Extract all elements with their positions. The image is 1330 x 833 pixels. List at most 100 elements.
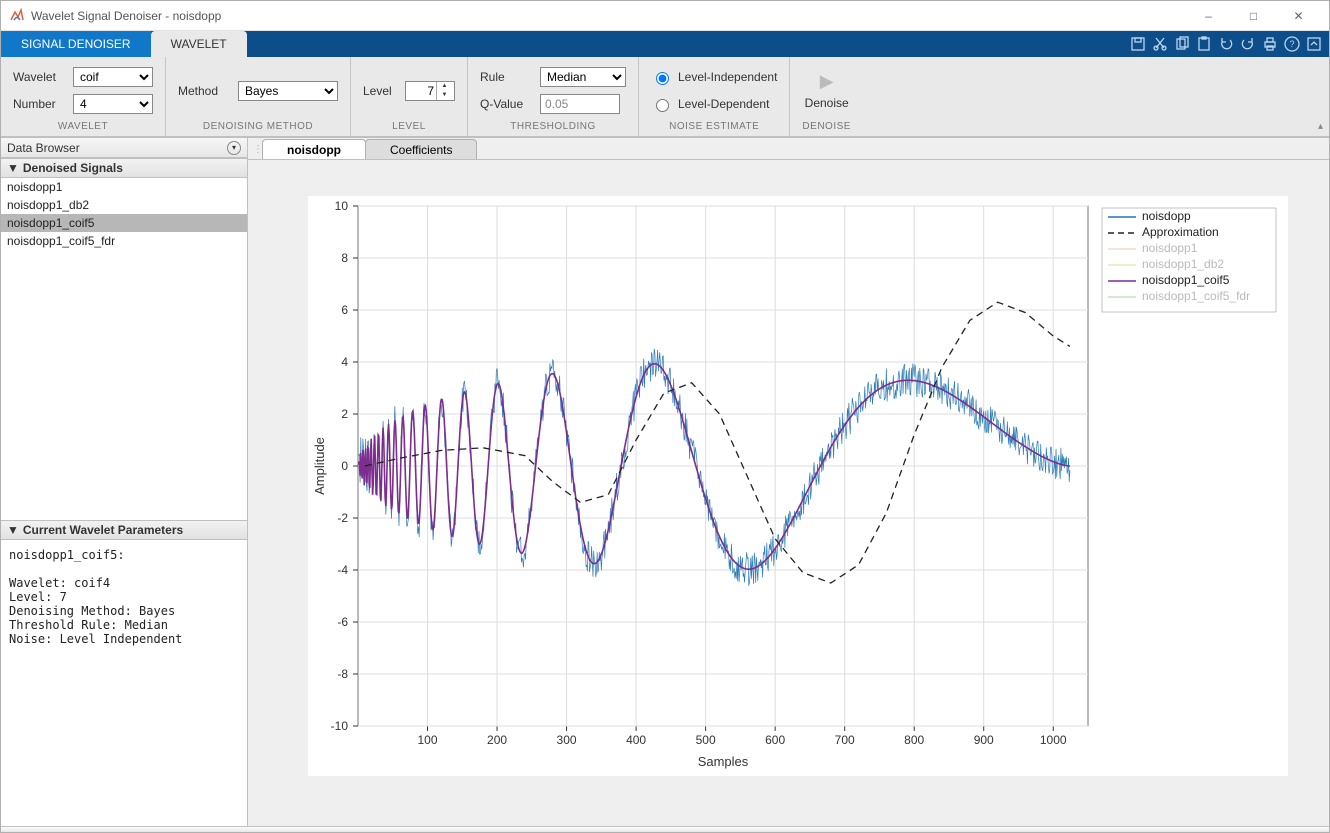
- method-select[interactable]: Bayes: [238, 81, 338, 101]
- radio-level-indep[interactable]: [656, 72, 669, 85]
- window-maximize-button[interactable]: □: [1231, 2, 1276, 30]
- qvalue-label: Q-Value: [480, 97, 532, 111]
- ribbon: Wavelet coif Number 4 WAVELET Method Bay…: [1, 57, 1329, 137]
- ribbon-collapse-icon[interactable]: ▴: [1318, 121, 1323, 132]
- doc-tab-coefficients[interactable]: Coefficients: [365, 139, 477, 159]
- wavelet-label: Wavelet: [13, 70, 65, 84]
- group-thresholding: Rule Median Q-Value THRESHOLDING: [468, 57, 639, 136]
- list-item[interactable]: noisdopp1_db2: [1, 196, 247, 214]
- svg-text:0: 0: [341, 459, 348, 473]
- data-browser-header: Data Browser ▾: [1, 138, 247, 158]
- svg-text:700: 700: [835, 733, 855, 747]
- svg-text:-2: -2: [337, 511, 348, 525]
- level-spinner[interactable]: ▲▼: [405, 81, 455, 101]
- chevron-down-icon: ▼: [7, 523, 19, 537]
- quick-access-bar: ?: [1129, 31, 1329, 57]
- qvalue-input: [540, 94, 620, 114]
- denoised-signals-list: noisdopp1 noisdopp1_db2 noisdopp1_coif5 …: [1, 178, 247, 250]
- title-bar: Wavelet Signal Denoiser - noisdopp – □ ✕: [1, 1, 1329, 31]
- label-level-dep: Level-Dependent: [678, 97, 769, 111]
- group-level: Level ▲▼ LEVEL: [351, 57, 468, 136]
- doc-tab-noisdopp[interactable]: noisdopp: [262, 139, 366, 159]
- data-browser-panel: Data Browser ▾ ▼ Denoised Signals noisdo…: [1, 138, 248, 826]
- svg-text:?: ?: [1289, 39, 1294, 49]
- group-wavelet: Wavelet coif Number 4 WAVELET: [1, 57, 166, 136]
- svg-text:6: 6: [341, 303, 348, 317]
- params-header[interactable]: ▼ Current Wavelet Parameters: [1, 520, 247, 540]
- denoise-button-label: Denoise: [805, 96, 849, 110]
- tab-wavelet[interactable]: WAVELET: [151, 31, 247, 57]
- main-document-area: ⋮ noisdopp Coefficients 1002003004005006…: [248, 138, 1329, 826]
- params-text: noisdopp1_coif5: Wavelet: coif4 Level: 7…: [1, 540, 247, 826]
- denoise-button[interactable]: ▶ Denoise: [805, 65, 849, 117]
- panel-menu-icon[interactable]: ▾: [227, 141, 241, 155]
- window-close-button[interactable]: ✕: [1276, 2, 1321, 30]
- group-label-denoise: DENOISE: [802, 118, 851, 134]
- group-label-level: LEVEL: [363, 118, 455, 134]
- svg-text:2: 2: [341, 407, 348, 421]
- rule-select[interactable]: Median: [540, 67, 626, 87]
- svg-text:-4: -4: [337, 563, 348, 577]
- group-label-wavelet: WAVELET: [13, 118, 153, 134]
- rule-label: Rule: [480, 70, 532, 84]
- svg-text:noisdopp1_coif5_fdr: noisdopp1_coif5_fdr: [1142, 289, 1250, 303]
- list-item[interactable]: noisdopp1_coif5: [1, 214, 247, 232]
- chevron-down-icon: ▼: [7, 161, 19, 175]
- params-title: Current Wavelet Parameters: [23, 523, 183, 537]
- data-browser-title: Data Browser: [7, 141, 80, 155]
- label-level-indep: Level-Independent: [678, 70, 777, 84]
- level-input[interactable]: [406, 84, 436, 98]
- svg-text:-8: -8: [337, 667, 348, 681]
- radio-level-dep[interactable]: [656, 99, 669, 112]
- undo-icon[interactable]: [1217, 35, 1235, 53]
- svg-text:Amplitude: Amplitude: [312, 437, 327, 495]
- wavelet-select[interactable]: coif: [73, 67, 153, 87]
- print-icon[interactable]: [1261, 35, 1279, 53]
- denoised-signals-header[interactable]: ▼ Denoised Signals: [1, 158, 247, 178]
- svg-text:600: 600: [765, 733, 785, 747]
- tab-signal-denoiser[interactable]: SIGNAL DENOISER: [1, 31, 151, 57]
- number-select[interactable]: 4: [73, 94, 153, 114]
- svg-text:200: 200: [487, 733, 507, 747]
- redo-icon[interactable]: [1239, 35, 1257, 53]
- group-noise-estimate: Level-Independent Level-Dependent NOISE …: [639, 57, 790, 136]
- list-empty-area: [1, 250, 247, 520]
- level-up-icon[interactable]: ▲: [437, 82, 452, 91]
- document-tabs: ⋮ noisdopp Coefficients: [248, 138, 1329, 160]
- help-icon[interactable]: ?: [1283, 35, 1301, 53]
- svg-text:10: 10: [335, 199, 349, 213]
- copy-icon[interactable]: [1173, 35, 1191, 53]
- group-method: Method Bayes DENOISING METHOD: [166, 57, 351, 136]
- plot-area: 1002003004005006007008009001000-10-8-6-4…: [248, 160, 1329, 826]
- svg-text:400: 400: [626, 733, 646, 747]
- cut-icon[interactable]: [1151, 35, 1169, 53]
- svg-text:1000: 1000: [1040, 733, 1067, 747]
- svg-text:noisdopp: noisdopp: [1142, 209, 1191, 223]
- level-label: Level: [363, 84, 397, 98]
- svg-text:noisdopp1_coif5: noisdopp1_coif5: [1142, 273, 1230, 287]
- list-item[interactable]: noisdopp1: [1, 178, 247, 196]
- method-label: Method: [178, 84, 230, 98]
- svg-text:noisdopp1_db2: noisdopp1_db2: [1142, 257, 1224, 271]
- play-icon: ▶: [820, 71, 834, 92]
- toolstrip-tabs: SIGNAL DENOISER WAVELET ?: [1, 31, 1329, 57]
- collapse-toolstrip-icon[interactable]: [1305, 35, 1323, 53]
- svg-text:noisdopp1: noisdopp1: [1142, 241, 1198, 255]
- group-denoise: ▶ Denoise DENOISE: [790, 57, 863, 136]
- tab-drag-handle-icon[interactable]: ⋮: [254, 139, 262, 159]
- svg-text:800: 800: [904, 733, 924, 747]
- denoised-signals-title: Denoised Signals: [23, 161, 123, 175]
- group-label-noise: NOISE ESTIMATE: [651, 118, 777, 134]
- signal-chart[interactable]: 1002003004005006007008009001000-10-8-6-4…: [308, 196, 1288, 776]
- save-icon[interactable]: [1129, 35, 1147, 53]
- svg-text:8: 8: [341, 251, 348, 265]
- list-item[interactable]: noisdopp1_coif5_fdr: [1, 232, 247, 250]
- svg-text:-6: -6: [337, 615, 348, 629]
- svg-text:-10: -10: [331, 719, 349, 733]
- group-label-thresholding: THRESHOLDING: [480, 118, 626, 134]
- matlab-app-icon: [9, 8, 25, 24]
- level-down-icon[interactable]: ▼: [437, 91, 452, 100]
- group-label-method: DENOISING METHOD: [178, 118, 338, 134]
- paste-icon[interactable]: [1195, 35, 1213, 53]
- window-minimize-button[interactable]: –: [1186, 2, 1231, 30]
